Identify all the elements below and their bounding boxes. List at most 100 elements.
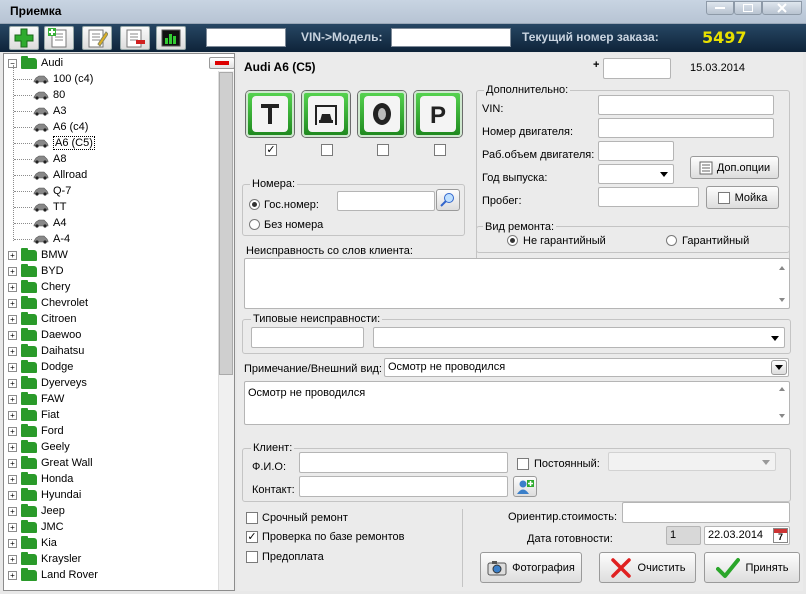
carwash-service-button[interactable]: [302, 91, 350, 137]
tree-node-brand[interactable]: + Citroen: [8, 311, 76, 327]
extra-options-button[interactable]: Доп.опции: [690, 156, 779, 179]
tree-node-model[interactable]: Q-7: [33, 183, 71, 199]
tree-node-brand[interactable]: + Kraysler: [8, 551, 81, 567]
tree-node-brand[interactable]: + Ford: [8, 423, 64, 439]
expand-icon[interactable]: +: [8, 362, 17, 372]
close-button[interactable]: [762, 1, 802, 15]
expand-icon[interactable]: +: [8, 250, 17, 260]
expand-icon[interactable]: +: [8, 554, 17, 564]
tree-node-model[interactable]: 80: [33, 87, 65, 103]
year-select[interactable]: [598, 164, 674, 184]
non-warranty-radio[interactable]: [507, 235, 518, 246]
expand-icon[interactable]: +: [8, 570, 17, 580]
wash-toggle[interactable]: Мойка: [706, 186, 779, 209]
mileage-field[interactable]: [598, 187, 699, 207]
photo-button[interactable]: Фотография: [480, 552, 582, 583]
expand-icon[interactable]: +: [8, 314, 17, 324]
tree-node-model[interactable]: A4: [33, 215, 66, 231]
plus-input[interactable]: [603, 58, 671, 79]
service-checkbox[interactable]: [377, 144, 389, 156]
service-checkbox[interactable]: [321, 144, 333, 156]
tree-node-audi[interactable]: − Audi: [8, 55, 63, 71]
wash-checkbox[interactable]: [717, 191, 730, 204]
tree-node-model[interactable]: A3: [33, 103, 66, 119]
parking-service-button[interactable]: P: [414, 91, 462, 137]
tree-node-brand[interactable]: + Daewoo: [8, 327, 81, 343]
accept-button[interactable]: Принять: [704, 552, 800, 583]
permanent-checkbox[interactable]: [517, 458, 529, 470]
expand-icon[interactable]: +: [8, 346, 17, 356]
tree-node-brand[interactable]: + Dodge: [8, 359, 73, 375]
expand-icon[interactable]: +: [8, 282, 17, 292]
tree-node-brand[interactable]: + Daihatsu: [8, 343, 84, 359]
expand-icon[interactable]: +: [8, 538, 17, 548]
tree-node-model[interactable]: A6 (C5): [33, 135, 95, 151]
service-checkbox[interactable]: ✓: [265, 144, 277, 156]
client-issue-textarea[interactable]: [244, 258, 790, 309]
tree-node-brand[interactable]: + Geely: [8, 439, 70, 455]
expand-icon[interactable]: +: [8, 522, 17, 532]
client-name-field[interactable]: [299, 452, 508, 473]
cost-field[interactable]: [622, 502, 790, 523]
contact-field[interactable]: [299, 476, 508, 497]
tree-scroll-thumb[interactable]: [219, 72, 233, 375]
tree-node-brand[interactable]: + Dyerveys: [8, 375, 87, 391]
gov-number-radio[interactable]: [249, 199, 260, 210]
tree-node-brand[interactable]: + Kia: [8, 535, 57, 551]
tree-node-brand[interactable]: + Great Wall: [8, 455, 93, 471]
tree-node-model[interactable]: TT: [33, 199, 66, 215]
tree-node-brand[interactable]: + Fiat: [8, 407, 59, 423]
tree-node-model[interactable]: A6 (c4): [33, 119, 88, 135]
ready-days-field[interactable]: 1: [666, 526, 701, 545]
minimize-button[interactable]: [706, 1, 734, 15]
tree-node-brand[interactable]: + Hyundai: [8, 487, 81, 503]
expand-icon[interactable]: +: [8, 394, 17, 404]
tree-node-model[interactable]: A-4: [33, 231, 70, 247]
search-model-input[interactable]: [206, 28, 286, 47]
calendar-icon[interactable]: 7: [773, 528, 788, 543]
tire-service-button[interactable]: [358, 91, 406, 137]
expand-icon[interactable]: +: [8, 410, 17, 420]
tree-node-model[interactable]: Allroad: [33, 167, 87, 183]
check-db-checkbox[interactable]: ✓: [246, 531, 258, 543]
delete-document-button[interactable]: [120, 26, 150, 50]
warranty-radio[interactable]: [666, 235, 677, 246]
tree-node-brand[interactable]: + BYD: [8, 263, 64, 279]
urgent-checkbox[interactable]: [246, 512, 258, 524]
expand-icon[interactable]: +: [8, 442, 17, 452]
expand-icon[interactable]: +: [8, 458, 17, 468]
engine-number-field[interactable]: [598, 118, 774, 138]
tree-node-brand[interactable]: + Chery: [8, 279, 70, 295]
chart-button[interactable]: [156, 26, 186, 50]
tree-node-model[interactable]: A8: [33, 151, 66, 167]
engine-volume-field[interactable]: [598, 141, 674, 161]
tree-node-brand[interactable]: + Land Rover: [8, 567, 98, 583]
prepay-checkbox[interactable]: [246, 551, 258, 563]
search-plate-button[interactable]: [436, 189, 460, 211]
vin-field[interactable]: [598, 95, 774, 115]
tree-node-brand[interactable]: + JMC: [8, 519, 64, 535]
typical-issue-code-field[interactable]: [251, 327, 364, 348]
add-contact-button[interactable]: [513, 476, 537, 497]
expand-icon[interactable]: +: [8, 330, 17, 340]
tree-node-brand[interactable]: + Honda: [8, 471, 73, 487]
expand-icon[interactable]: +: [8, 266, 17, 276]
expand-icon[interactable]: +: [8, 506, 17, 516]
delete-node-button[interactable]: [209, 57, 234, 69]
ready-date-field[interactable]: 22.03.2014 7: [704, 526, 790, 545]
lift-service-button[interactable]: [246, 91, 294, 137]
brand-model-tree[interactable]: − Audi 100 (c4) 80 A3 A6 (c4) A6 (C5) A8 Allroad…: [3, 53, 235, 591]
clear-button[interactable]: Очистить: [599, 552, 696, 583]
permanent-client-select[interactable]: [608, 452, 776, 471]
expand-icon[interactable]: +: [8, 474, 17, 484]
expand-icon[interactable]: +: [8, 490, 17, 500]
no-number-radio[interactable]: [249, 219, 260, 230]
tree-node-brand[interactable]: + BMW: [8, 247, 68, 263]
add-button[interactable]: [9, 26, 39, 50]
tree-node-brand[interactable]: + FAW: [8, 391, 64, 407]
expand-icon[interactable]: +: [8, 378, 17, 388]
edit-document-button[interactable]: [82, 26, 112, 50]
typical-issue-select[interactable]: [373, 327, 785, 348]
tree-node-brand[interactable]: + Chevrolet: [8, 295, 88, 311]
note-dropdown-button[interactable]: [771, 360, 787, 375]
